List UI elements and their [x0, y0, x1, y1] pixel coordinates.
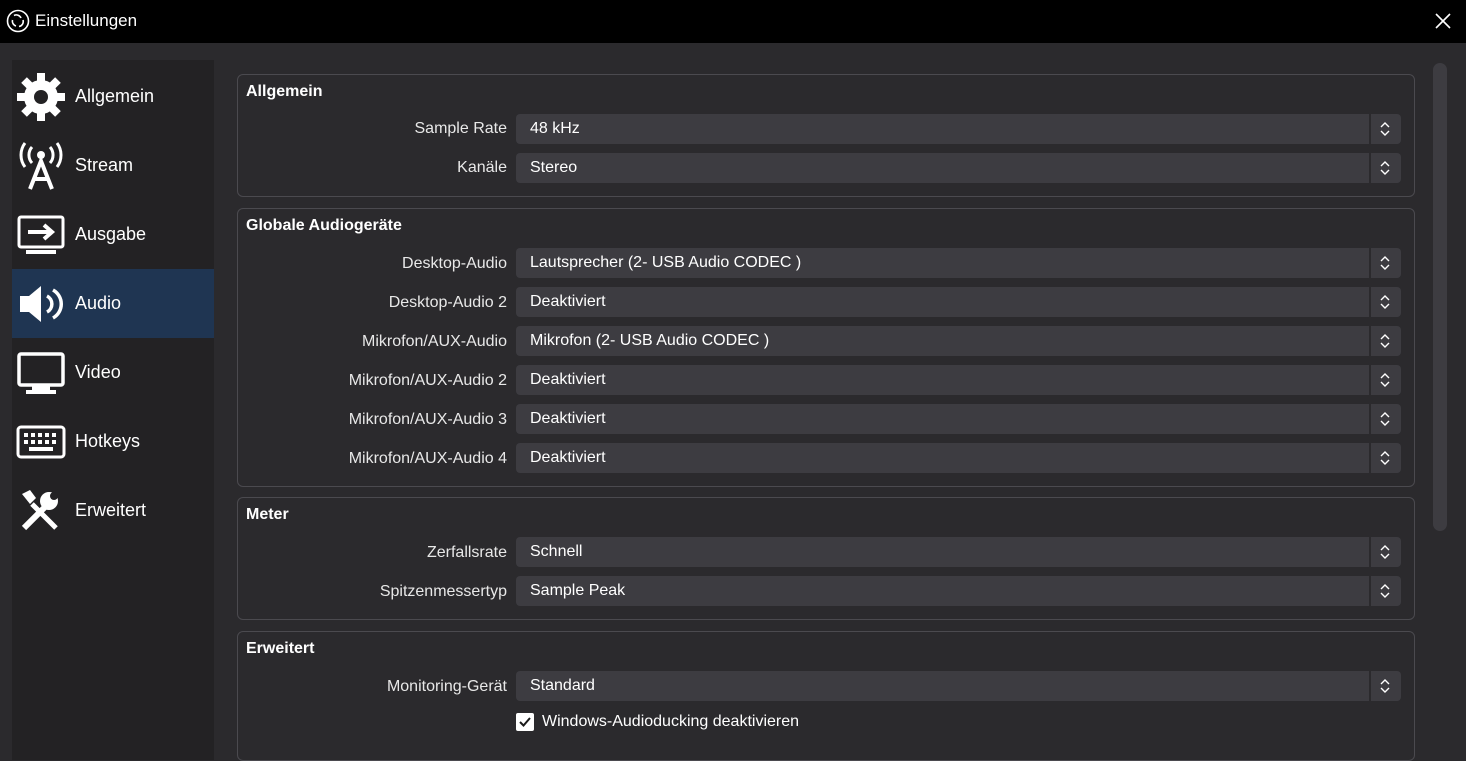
broadcast-antenna-icon	[19, 142, 63, 190]
group-title: Allgemein	[246, 83, 323, 100]
select-separator	[1369, 326, 1371, 356]
up-down-arrows-icon	[1380, 334, 1390, 348]
select-value: Lautsprecher (2- USB Audio CODEC )	[530, 254, 802, 271]
select-value: Mikrofon (2- USB Audio CODEC )	[530, 332, 770, 349]
peak-meter-type-select[interactable]: Sample Peak	[516, 576, 1401, 606]
sidebar-item-label: Ausgabe	[75, 224, 147, 244]
up-down-arrows-icon	[1380, 122, 1390, 136]
up-down-arrows-icon	[1380, 545, 1390, 559]
sidebar-item-hotkeys[interactable]: Hotkeys	[12, 407, 214, 476]
select-value: 48 kHz	[530, 120, 580, 137]
decay-rate-label: Zerfallsrate	[426, 544, 507, 561]
up-down-arrows-icon	[1380, 295, 1390, 309]
select-value: Stereo	[530, 159, 578, 176]
output-monitor-icon	[17, 215, 65, 254]
monitoring-device-select[interactable]: Standard	[516, 671, 1401, 701]
mic-aux-audio-select[interactable]: Mikrofon (2- USB Audio CODEC )	[516, 326, 1401, 356]
sidebar-item-erweitert[interactable]: Erweitert	[12, 476, 214, 545]
scrollbar-thumb[interactable]	[1433, 63, 1447, 531]
title-bar: Einstellungen	[0, 0, 1466, 43]
sidebar-item-audio[interactable]: Audio	[12, 269, 214, 338]
sidebar-item-label: Audio	[75, 293, 122, 313]
keyboard-icon	[16, 425, 66, 459]
select-separator	[1369, 537, 1371, 567]
select-separator	[1369, 443, 1371, 473]
gear-icon	[17, 73, 65, 121]
peak-meter-type-label: Spitzenmessertyp	[379, 583, 507, 600]
select-separator	[1369, 365, 1371, 395]
select-value: Deaktiviert	[530, 449, 606, 466]
select-value: Standard	[530, 677, 595, 694]
mic-aux-audio-label: Mikrofon/AUX-Audio	[362, 333, 507, 350]
desktop-audio-2-label: Desktop-Audio 2	[388, 294, 507, 311]
group-title: Erweitert	[246, 640, 315, 657]
channels-label: Kanäle	[457, 159, 507, 176]
desktop-audio-label: Desktop-Audio	[402, 255, 507, 272]
select-separator	[1369, 576, 1371, 606]
group-title: Meter	[246, 506, 289, 523]
sidebar-item-allgemein[interactable]: Allgemein	[12, 62, 214, 131]
sidebar-item-label: Erweitert	[75, 500, 147, 520]
tools-icon	[21, 490, 58, 531]
up-down-arrows-icon	[1380, 451, 1390, 465]
select-separator	[1369, 153, 1371, 183]
speaker-icon	[20, 286, 63, 322]
sidebar-item-label: Video	[75, 362, 121, 382]
sidebar-item-label: Stream	[75, 155, 134, 175]
group-global-audio-devices: Globale Audiogeräte Desktop-Audio Lautsp…	[237, 208, 1415, 487]
audio-ducking-checkbox[interactable]	[516, 713, 534, 731]
mic-aux-audio-2-select[interactable]: Deaktiviert	[516, 365, 1401, 395]
sample-rate-label: Sample Rate	[414, 120, 508, 137]
checkmark-icon	[519, 717, 531, 727]
up-down-arrows-icon	[1380, 161, 1390, 175]
mic-aux-audio-3-select[interactable]: Deaktiviert	[516, 404, 1401, 434]
close-icon[interactable]	[1430, 8, 1456, 34]
select-separator	[1369, 404, 1371, 434]
sidebar-item-label: Hotkeys	[75, 431, 141, 451]
mic-aux-audio-4-select[interactable]: Deaktiviert	[516, 443, 1401, 473]
audio-ducking-label: Windows-Audioducking deaktivieren	[542, 713, 800, 730]
up-down-arrows-icon	[1380, 373, 1390, 387]
up-down-arrows-icon	[1380, 256, 1390, 270]
select-value: Schnell	[530, 543, 583, 560]
select-value: Deaktiviert	[530, 410, 606, 427]
select-separator	[1369, 287, 1371, 317]
monitor-icon	[17, 352, 65, 394]
group-meter: Meter Zerfallsrate Schnell Spitzenmesser…	[237, 497, 1415, 620]
sample-rate-select[interactable]: 48 kHz	[516, 114, 1401, 144]
obs-logo-icon	[6, 9, 30, 33]
select-value: Sample Peak	[530, 582, 626, 599]
sidebar-item-stream[interactable]: Stream	[12, 131, 214, 200]
settings-sidebar: Allgemein Stream Ausgabe Audio Video Hot…	[12, 60, 214, 760]
group-allgemein: Allgemein Sample Rate 48 kHz Kanäle Ster…	[237, 74, 1415, 197]
group-title: Globale Audiogeräte	[246, 217, 402, 234]
up-down-arrows-icon	[1380, 679, 1390, 693]
window-title: Einstellungen	[35, 11, 138, 30]
sidebar-item-video[interactable]: Video	[12, 338, 214, 407]
up-down-arrows-icon	[1380, 412, 1390, 426]
group-advanced: Erweitert Monitoring-Gerät Standard Wind…	[237, 631, 1415, 761]
sidebar-item-ausgabe[interactable]: Ausgabe	[12, 200, 214, 269]
select-separator	[1369, 248, 1371, 278]
decay-rate-select[interactable]: Schnell	[516, 537, 1401, 567]
select-separator	[1369, 671, 1371, 701]
mic-aux-audio-4-label: Mikrofon/AUX-Audio 4	[348, 450, 507, 467]
mic-aux-audio-2-label: Mikrofon/AUX-Audio 2	[348, 372, 507, 389]
select-separator	[1369, 114, 1371, 144]
up-down-arrows-icon	[1380, 584, 1390, 598]
monitoring-device-label: Monitoring-Gerät	[386, 678, 507, 695]
select-value: Deaktiviert	[530, 293, 606, 310]
mic-aux-audio-3-label: Mikrofon/AUX-Audio 3	[348, 411, 507, 428]
channels-select[interactable]: Stereo	[516, 153, 1401, 183]
desktop-audio-2-select[interactable]: Deaktiviert	[516, 287, 1401, 317]
select-value: Deaktiviert	[530, 371, 606, 388]
sidebar-item-label: Allgemein	[75, 86, 155, 106]
desktop-audio-select[interactable]: Lautsprecher (2- USB Audio CODEC )	[516, 248, 1401, 278]
